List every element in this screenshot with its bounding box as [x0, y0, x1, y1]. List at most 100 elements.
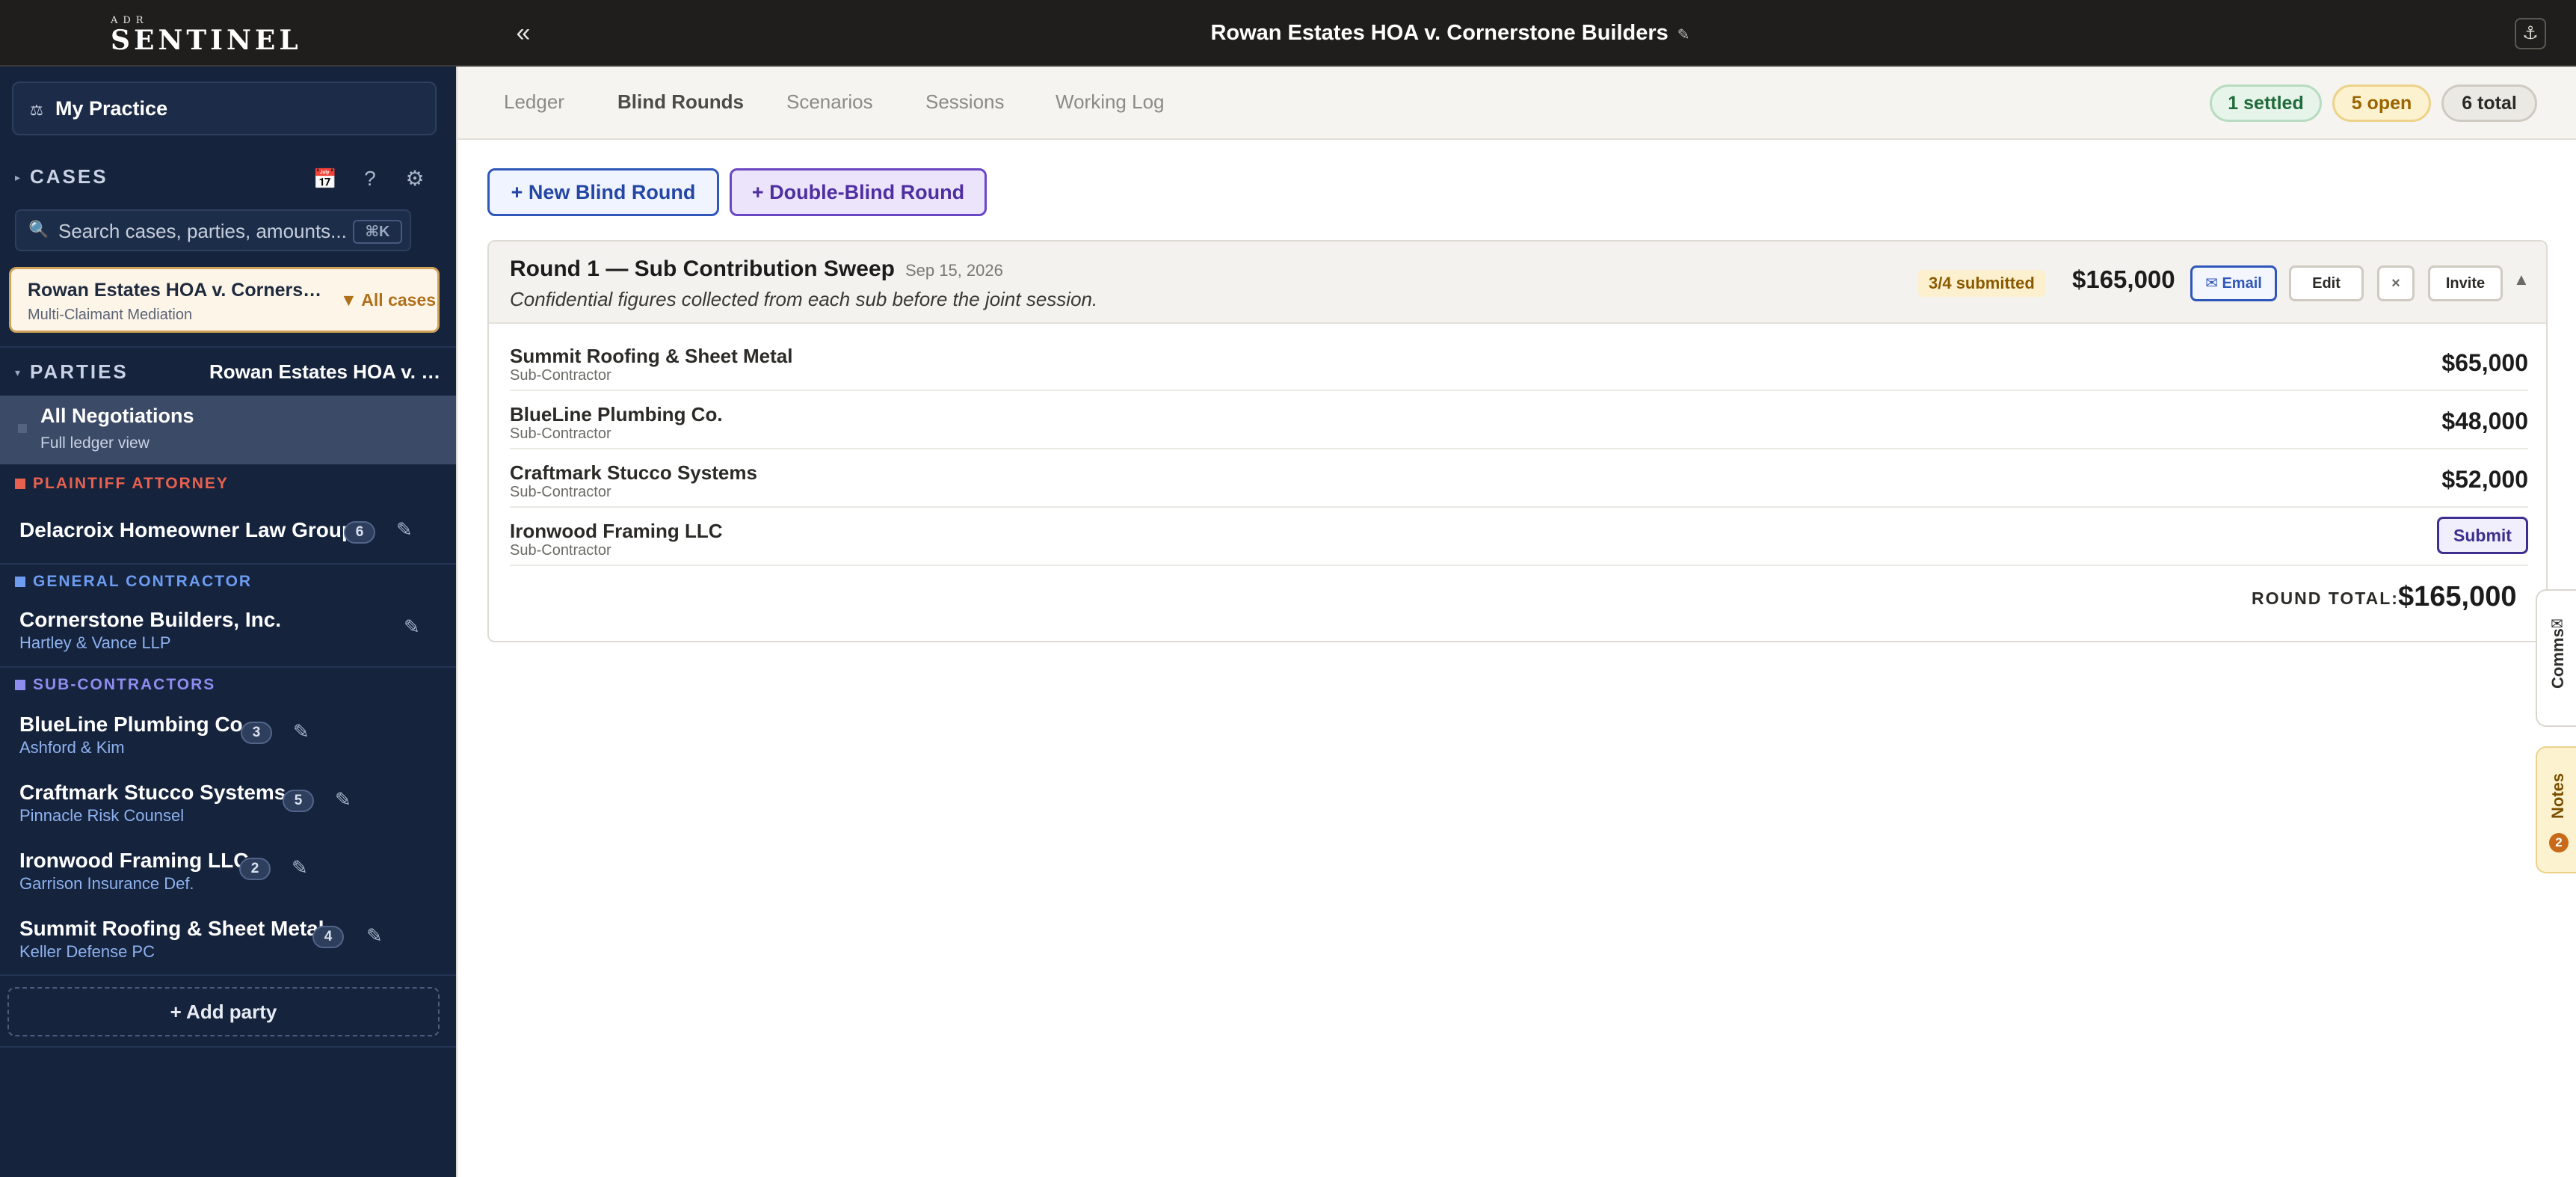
party-counsel: Garrison Insurance Def.	[19, 874, 194, 893]
group-color-swatch	[15, 680, 25, 690]
status-badge-open: 5 open	[2332, 84, 2431, 122]
search-input[interactable]	[58, 218, 357, 245]
active-case-name: Rowan Estates HOA v. Cornerstone Builder…	[28, 280, 327, 301]
row-party-name: Ironwood Framing LLC	[510, 520, 723, 542]
search-shortcut-badge: ⌘K	[353, 220, 402, 244]
round-title: Round 1 — Sub Contribution Sweep Sep 15, …	[510, 256, 1003, 282]
divider	[0, 974, 456, 976]
edit-party-icon[interactable]: ✎	[366, 924, 383, 947]
tab-sessions[interactable]: Sessions	[925, 90, 1005, 114]
party-name: Ironwood Framing LLC	[19, 849, 249, 872]
edit-party-icon[interactable]: ✎	[293, 720, 309, 743]
comms-side-tab[interactable]: ✉ Comms	[2536, 589, 2576, 727]
party-ironwood[interactable]: Ironwood Framing LLC Garrison Insurance …	[0, 849, 456, 901]
collapse-sidebar-button[interactable]: «	[508, 18, 538, 48]
row-amount: $52,000	[2441, 466, 2528, 493]
calendar-icon[interactable]: 📅	[310, 164, 340, 194]
scale-icon: ⚖	[30, 102, 43, 119]
edit-party-icon[interactable]: ✎	[292, 856, 308, 879]
active-case-card[interactable]: Rowan Estates HOA v. Cornerstone Builder…	[9, 267, 440, 333]
parties-label[interactable]: PARTIES	[30, 360, 129, 384]
my-practice-button[interactable]: ⚖ My Practice	[12, 82, 437, 135]
tab-blind-rounds[interactable]: Blind Rounds	[617, 90, 744, 114]
all-negotiations-title: All Negotiations	[40, 405, 194, 427]
status-badge-settled: 1 settled	[2210, 84, 2322, 122]
divider	[0, 346, 456, 348]
notes-count-badge: 2	[2549, 833, 2569, 852]
table-row: Summit Roofing & Sheet Metal Sub-Contrac…	[510, 333, 2528, 391]
close-round-button[interactable]: ×	[2377, 265, 2415, 301]
party-counsel: Ashford & Kim	[19, 738, 125, 757]
anchor-icon[interactable]: ⚓	[2515, 18, 2546, 49]
collapse-round-icon[interactable]: ▲	[2513, 270, 2530, 289]
cases-caret-icon[interactable]: ▸	[15, 171, 20, 184]
group-color-swatch	[15, 577, 25, 587]
row-party-role: Sub-Contractor	[510, 542, 611, 559]
row-party-role: Sub-Contractor	[510, 425, 611, 442]
party-count-badge: 2	[239, 858, 271, 880]
tab-working-log[interactable]: Working Log	[1056, 90, 1165, 114]
tab-ledger[interactable]: Ledger	[504, 90, 564, 114]
divider	[0, 666, 456, 668]
party-counsel: Hartley & Vance LLP	[19, 633, 171, 652]
my-practice-label: My Practice	[55, 97, 168, 120]
invite-button[interactable]: Invite	[2428, 265, 2503, 301]
comms-label: Comms	[2548, 628, 2567, 689]
row-party-role: Sub-Contractor	[510, 484, 611, 500]
row-amount: $65,000	[2441, 349, 2528, 376]
parties-header: ▾ PARTIES Rowan Estates HOA v. Cornersto…	[15, 359, 441, 389]
group-label: GENERAL CONTRACTOR	[33, 573, 253, 590]
case-search: 🔍 ⌘K	[15, 209, 411, 251]
notes-label: Notes	[2548, 772, 2567, 819]
row-party-name: BlueLine Plumbing Co.	[510, 403, 723, 425]
divider	[0, 563, 456, 565]
group-plaintiff-attorney: PLAINTIFF ATTORNEY	[15, 475, 229, 497]
round-total-amount: $165,000	[2398, 581, 2517, 612]
parties-caret-icon[interactable]: ▾	[15, 366, 20, 379]
table-row: Ironwood Framing LLC Sub-Contractor Subm…	[510, 508, 2528, 566]
edit-party-icon[interactable]: ✎	[396, 518, 413, 541]
app-logo[interactable]: ADR SENTINEL	[111, 15, 302, 56]
party-craftmark[interactable]: Craftmark Stucco Systems Pinnacle Risk C…	[0, 781, 456, 833]
email-button[interactable]: ✉ Email	[2190, 265, 2277, 301]
cases-header: ▸ CASES 📅 ? ⚙	[15, 164, 441, 194]
party-name: BlueLine Plumbing Co.	[19, 713, 249, 736]
row-party-name: Summit Roofing & Sheet Metal	[510, 345, 793, 367]
group-label: PLAINTIFF ATTORNEY	[33, 475, 229, 492]
submitted-badge: 3/4 submitted	[1918, 270, 2045, 297]
group-color-swatch	[15, 479, 25, 489]
group-general-contractor: GENERAL CONTRACTOR	[15, 573, 252, 595]
edit-party-icon[interactable]: ✎	[335, 788, 351, 811]
row-amount: $48,000	[2441, 408, 2528, 434]
edit-round-button[interactable]: Edit	[2289, 265, 2364, 301]
add-party-button[interactable]: + Add party	[7, 987, 440, 1036]
all-negotiations-item[interactable]: All Negotiations Full ledger view	[0, 396, 456, 464]
all-cases-dropdown[interactable]: ▼ All cases	[340, 290, 436, 310]
tab-scenarios[interactable]: Scenarios	[786, 90, 873, 114]
cases-label[interactable]: CASES	[30, 165, 108, 188]
party-cornerstone[interactable]: Cornerstone Builders, Inc. Hartley & Van…	[0, 608, 456, 660]
case-title-text: Rowan Estates HOA v. Cornerstone Builder…	[1210, 21, 1668, 45]
party-name: Delacroix Homeowner Law Group	[19, 518, 355, 541]
party-counsel: Pinnacle Risk Counsel	[19, 806, 185, 825]
notes-side-tab[interactable]: Notes 2	[2536, 746, 2576, 873]
group-label: SUB-CONTRACTORS	[33, 676, 216, 693]
party-name: Craftmark Stucco Systems	[19, 781, 286, 804]
case-title[interactable]: Rowan Estates HOA v. Cornerstone Builder…	[1106, 0, 1794, 67]
party-summit[interactable]: Summit Roofing & Sheet Metal Keller Defe…	[0, 917, 456, 969]
row-party-role: Sub-Contractor	[510, 367, 611, 384]
logo-wordmark: SENTINEL	[111, 25, 302, 56]
edit-party-icon[interactable]: ✎	[404, 615, 420, 639]
double-blind-round-button[interactable]: + Double-Blind Round	[730, 168, 987, 216]
party-blueline[interactable]: BlueLine Plumbing Co. Ashford & Kim 3 ✎	[0, 713, 456, 765]
settings-icon[interactable]: ⚙	[400, 164, 430, 194]
party-delacroix[interactable]: Delacroix Homeowner Law Group 6 ✎	[0, 518, 456, 563]
new-blind-round-button[interactable]: + New Blind Round	[487, 168, 719, 216]
party-count-badge: 3	[241, 722, 272, 744]
edit-title-icon[interactable]: ✎	[1677, 27, 1690, 43]
round-header: Round 1 — Sub Contribution Sweep Sep 15, …	[489, 242, 2546, 324]
help-icon[interactable]: ?	[355, 164, 385, 194]
table-row: BlueLine Plumbing Co. Sub-Contractor $48…	[510, 391, 2528, 449]
round-amount: $165,000	[2072, 265, 2175, 293]
submit-amount-button[interactable]: Submit	[2437, 517, 2528, 554]
